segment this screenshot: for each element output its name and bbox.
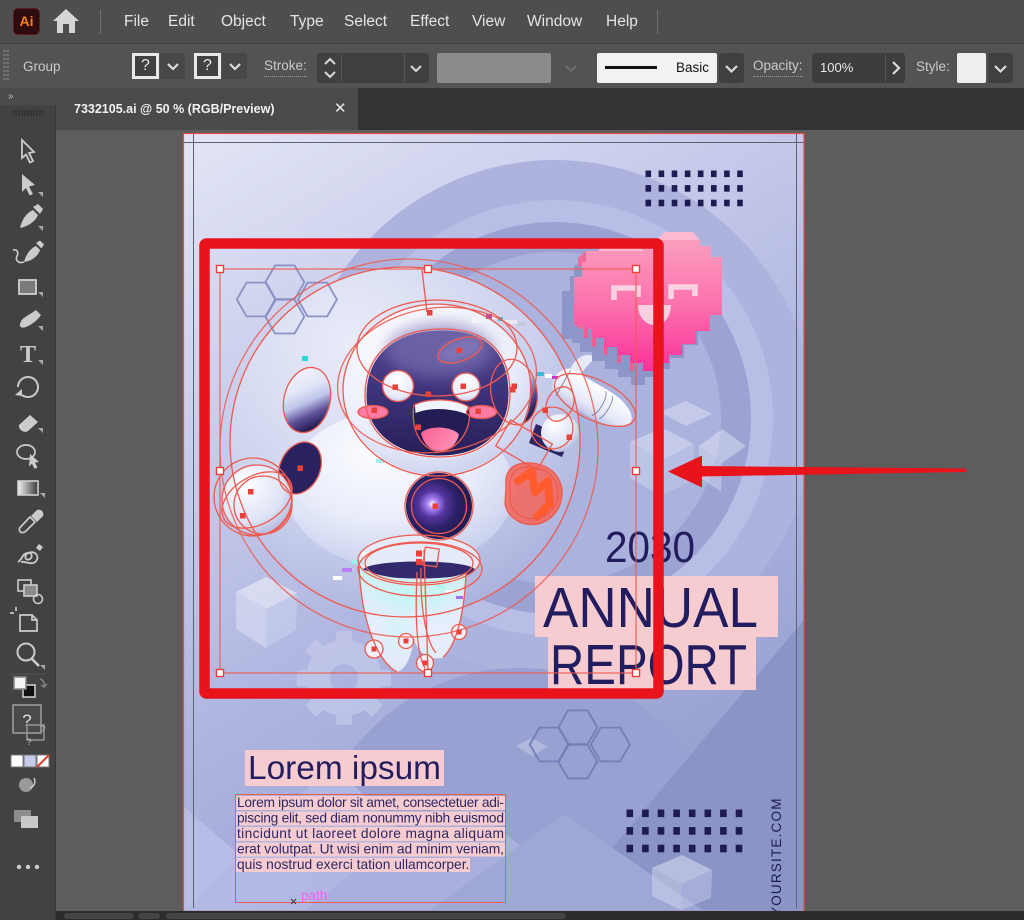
svg-text:YOURSITE.COM: YOURSITE.COM [769, 797, 784, 911]
svg-text:quis nostrud exerci tation ull: quis nostrud exerci tation ullamcorper. [237, 857, 469, 872]
svg-text:?: ? [40, 724, 45, 734]
svg-text:piscing elit, sed diam nonummy: piscing elit, sed diam nonummy nibh euis… [237, 811, 504, 826]
svg-text:?: ? [26, 737, 31, 747]
svg-text:Lorem ipsum: Lorem ipsum [248, 749, 441, 786]
svg-text:2030: 2030 [605, 523, 695, 572]
svg-text:ANNUAL: ANNUAL [543, 576, 758, 640]
svg-text:tincidunt ut laoreet dolore ma: tincidunt ut laoreet dolore magna aliqua… [237, 826, 504, 841]
svg-text:Lorem ipsum dolor sit amet, co: Lorem ipsum dolor sit amet, consectetuer… [237, 795, 504, 810]
svg-text:REPORT: REPORT [550, 633, 747, 697]
svg-text:T: T [20, 342, 36, 368]
svg-text:erat volutpat. Ut wisi enim ad: erat volutpat. Ut wisi enim ad minim ven… [237, 842, 504, 857]
svg-text:path: path [301, 888, 327, 903]
